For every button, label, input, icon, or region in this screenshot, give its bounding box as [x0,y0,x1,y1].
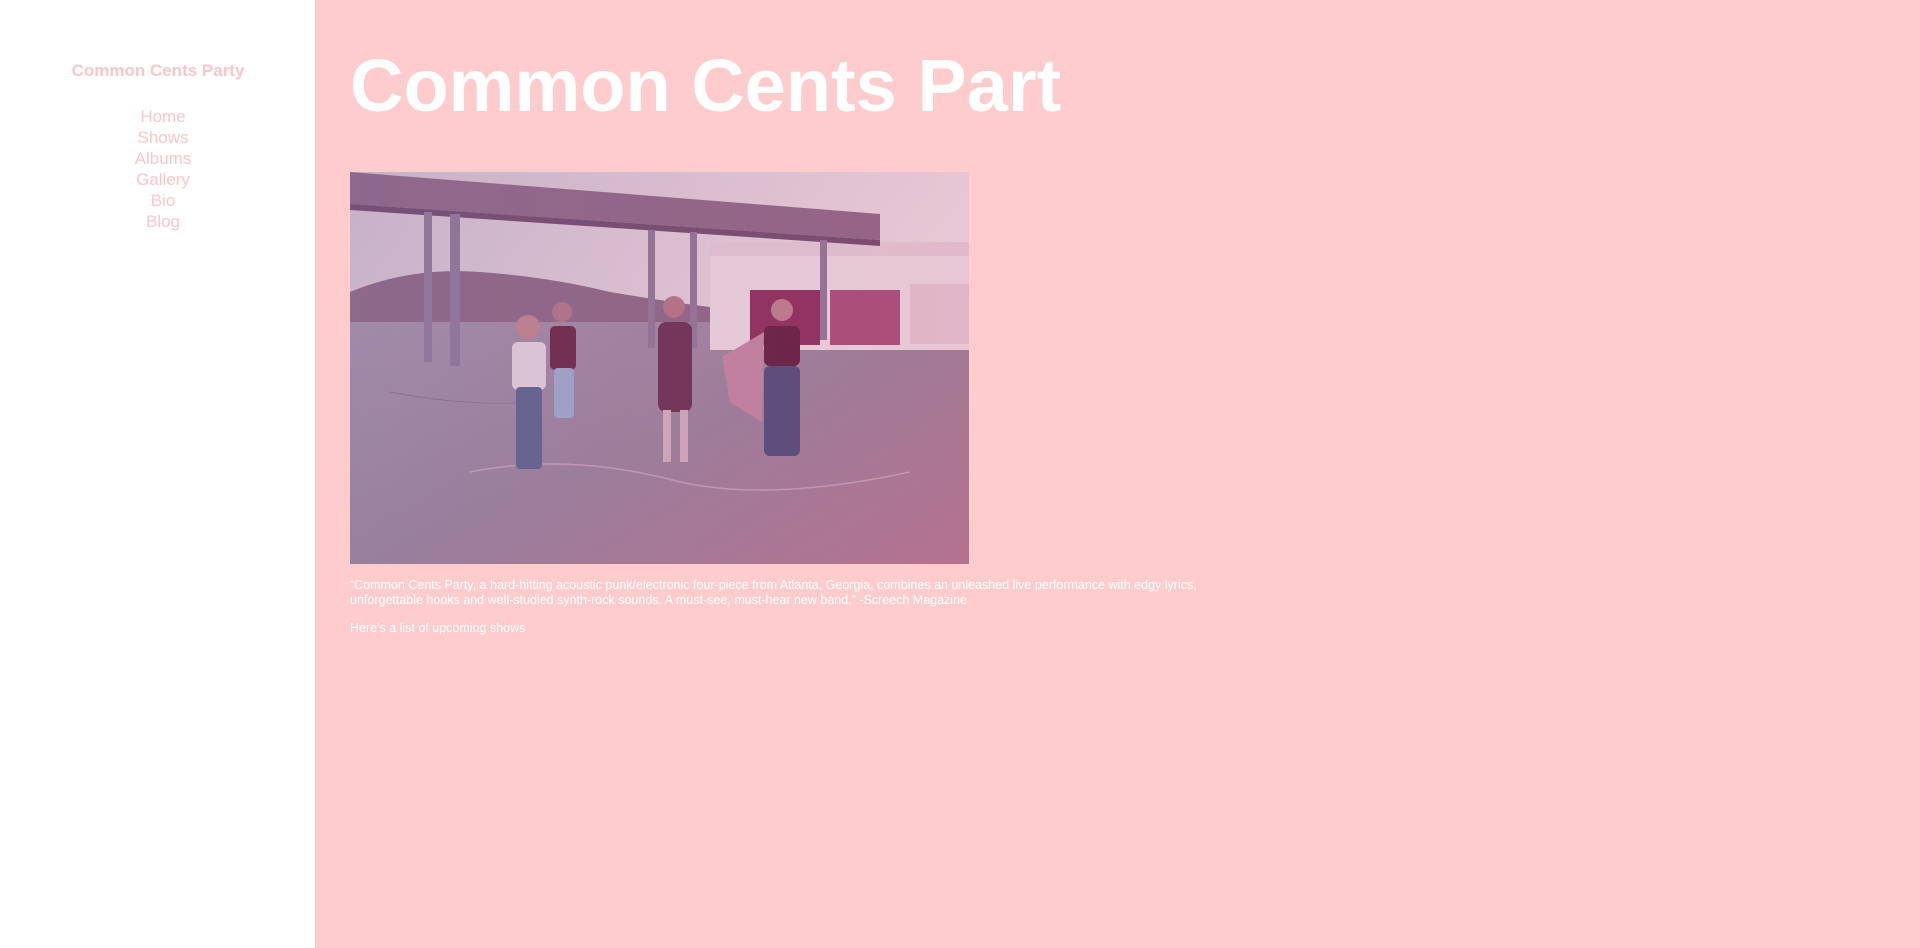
site-title: Common Cents Party [71,61,245,80]
nav-menu: Home Shows Albums Gallery Bio Blog [0,106,326,232]
nav-item-albums[interactable]: Albums [0,148,326,169]
press-quote: “Common Cents Party, a hard-hitting acou… [350,578,1197,607]
main-content: Common Cents Part “Common Cents Party, a… [317,0,1920,948]
nav-item-gallery[interactable]: Gallery [0,169,326,190]
upcoming-shows-intro: Here's a list of upcoming shows [350,621,526,635]
nav-item-shows[interactable]: Shows [0,127,326,148]
sidebar: Common Cents Party Home Shows Albums Gal… [0,0,316,948]
nav-item-home[interactable]: Home [0,106,326,127]
nav-item-bio[interactable]: Bio [0,190,326,211]
page-title: Common Cents Part [350,44,1062,127]
nav-item-blog[interactable]: Blog [0,211,326,232]
band-photo [350,172,969,564]
